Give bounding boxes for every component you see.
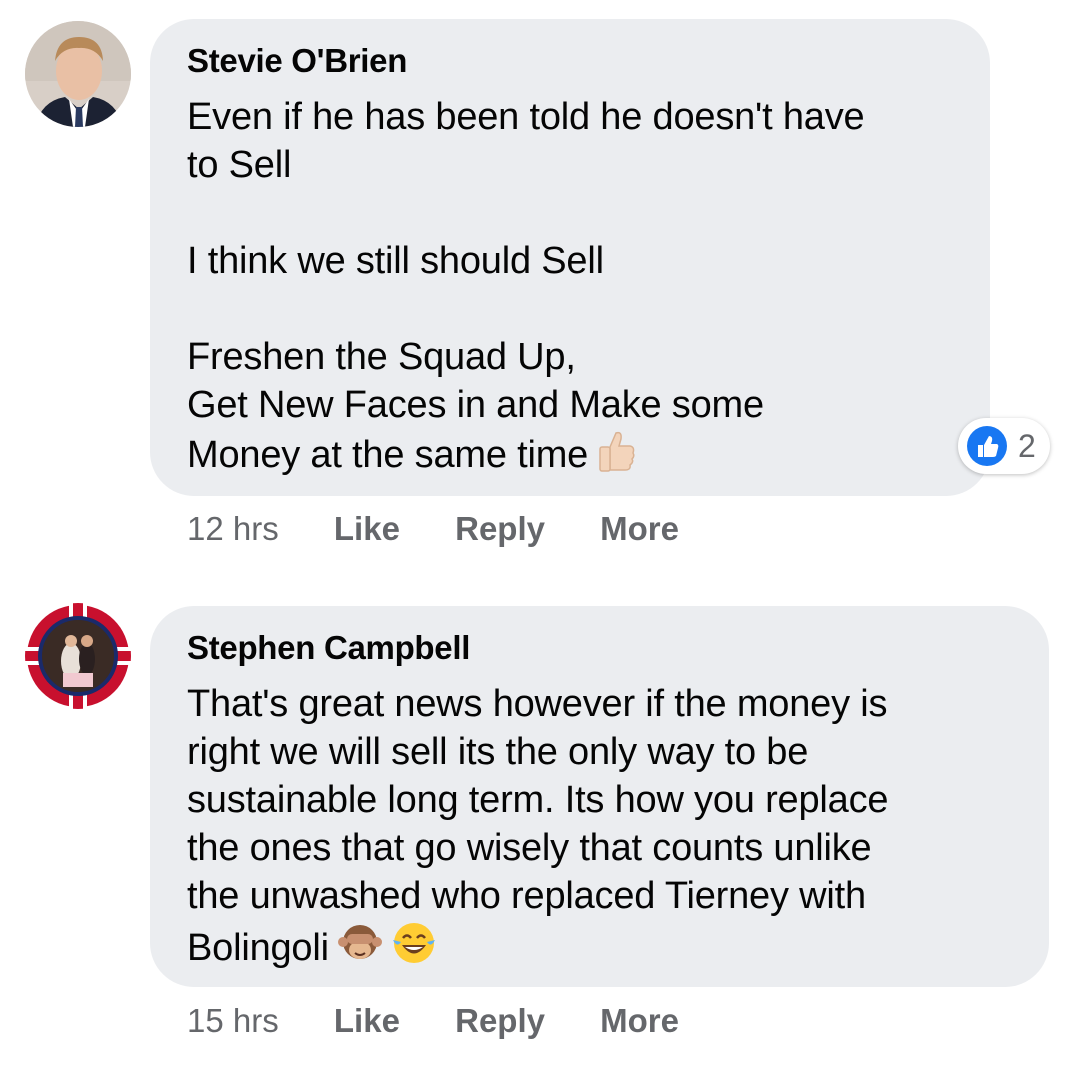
thumbs-up-emoji-icon [596, 429, 636, 485]
comment-time[interactable]: 12 hrs [187, 510, 279, 548]
comment-actions: 12 hrs Like Reply More [187, 510, 725, 548]
comment-time[interactable]: 15 hrs [187, 1002, 279, 1040]
comment-bubble: Stevie O'Brien Even if he has been told … [150, 19, 990, 496]
like-button[interactable]: Like [334, 510, 400, 548]
reply-button[interactable]: Reply [455, 510, 545, 548]
avatar[interactable] [25, 603, 131, 709]
comment-body: Even if he has been told he doesn't have… [187, 96, 865, 476]
comment-author[interactable]: Stevie O'Brien [187, 41, 954, 81]
more-button[interactable]: More [600, 1002, 679, 1040]
tears-of-joy-icon [391, 920, 437, 978]
reaction-summary[interactable]: 2 [958, 418, 1050, 474]
comment-text: That's great news however if the money i… [187, 680, 1013, 978]
comment-bubble: Stephen Campbell That's great news howev… [150, 606, 1049, 987]
reply-button[interactable]: Reply [455, 1002, 545, 1040]
avatar[interactable] [25, 21, 131, 127]
comment-actions: 15 hrs Like Reply More [187, 1002, 725, 1040]
like-icon [966, 425, 1008, 472]
more-button[interactable]: More [600, 510, 679, 548]
comment-text: Even if he has been told he doesn't have… [187, 93, 954, 485]
like-button[interactable]: Like [334, 1002, 400, 1040]
comment-author[interactable]: Stephen Campbell [187, 628, 1013, 668]
see-no-evil-monkey-icon [337, 920, 383, 978]
comment-body: That's great news however if the money i… [187, 683, 889, 969]
reaction-count: 2 [1018, 428, 1036, 464]
